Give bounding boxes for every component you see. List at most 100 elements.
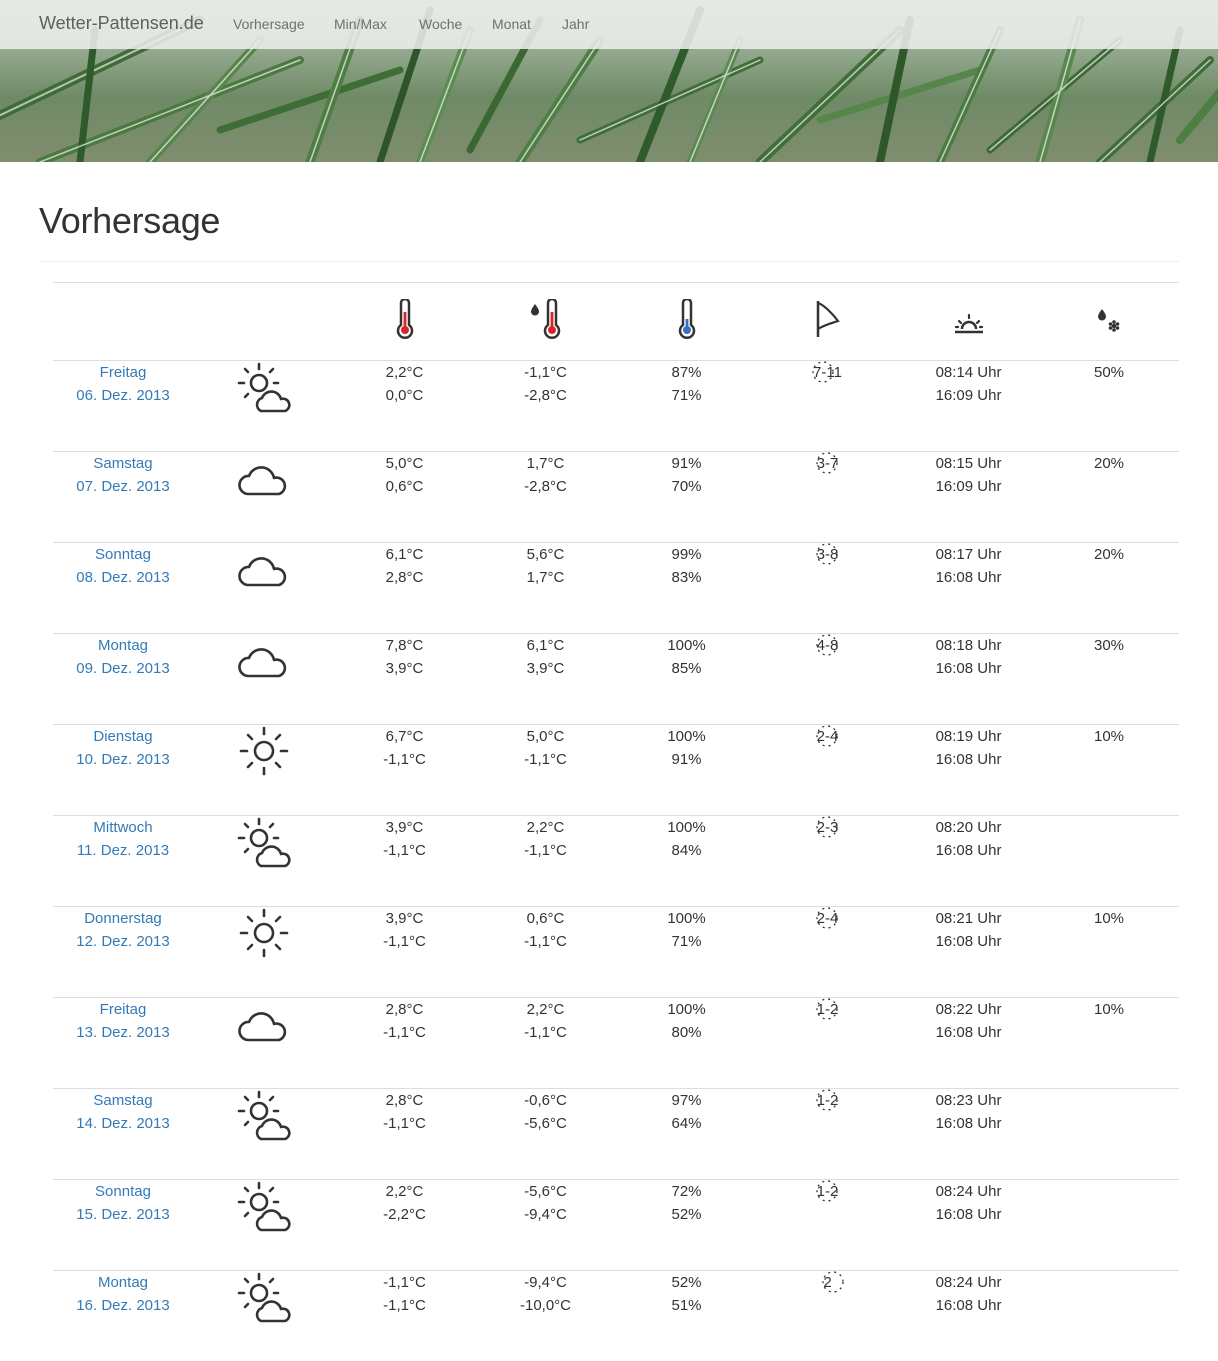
humidity-min: 52% xyxy=(616,1203,757,1226)
temperature-cell: 2,8°C-1,1°C xyxy=(334,1089,475,1180)
title-divider xyxy=(39,261,1179,262)
weekday-link[interactable]: Montag xyxy=(53,634,193,657)
sun-cell: 08:24 Uhr16:08 Uhr xyxy=(898,1180,1039,1271)
weather-icon-cell xyxy=(193,1089,334,1180)
day-cell: Sonntag15. Dez. 2013 xyxy=(53,1180,193,1271)
feels-like-cell: 0,6°C-1,1°C xyxy=(475,907,616,998)
weekday-link[interactable]: Freitag xyxy=(53,361,193,384)
weekday-link[interactable]: Montag xyxy=(53,1271,193,1294)
wind-flag-icon xyxy=(814,299,842,339)
date-link[interactable]: 12. Dez. 2013 xyxy=(53,930,193,953)
nav-minmax[interactable]: Min/Max xyxy=(334,16,387,32)
forecast-row: Montag09. Dez. 20137,8°C3,9°C6,1°C3,9°C1… xyxy=(53,634,1179,725)
humidity-max: 97% xyxy=(616,1089,757,1112)
feels-like-max: 2,2°C xyxy=(475,998,616,1021)
weekday-link[interactable]: Samstag xyxy=(53,1089,193,1112)
sunset-time: 16:08 Uhr xyxy=(898,839,1039,862)
date-link[interactable]: 16. Dez. 2013 xyxy=(53,1294,193,1317)
humidity-cell: 87%71% xyxy=(616,361,757,452)
date-link[interactable]: 14. Dez. 2013 xyxy=(53,1112,193,1135)
temperature-min: 0,0°C xyxy=(334,384,475,407)
forecast-row: Dienstag10. Dez. 20136,7°C-1,1°C5,0°C-1,… xyxy=(53,725,1179,816)
humidity-max: 100% xyxy=(616,725,757,748)
humidity-max: 91% xyxy=(616,452,757,475)
temperature-max: 5,0°C xyxy=(334,452,475,475)
precipitation-chance: 10% xyxy=(1039,998,1179,1021)
date-link[interactable]: 13. Dez. 2013 xyxy=(53,1021,193,1044)
nav-woche[interactable]: Woche xyxy=(419,16,462,32)
sun-cell: 08:18 Uhr16:08 Uhr xyxy=(898,634,1039,725)
date-link[interactable]: 15. Dez. 2013 xyxy=(53,1203,193,1226)
weekday-link[interactable]: Freitag xyxy=(53,998,193,1021)
wind-direction-icon xyxy=(814,905,840,931)
precipitation-chance: 10% xyxy=(1039,725,1179,748)
header-weather xyxy=(193,283,334,361)
sunset-time: 16:08 Uhr xyxy=(898,930,1039,953)
humidity-min: 71% xyxy=(616,930,757,953)
date-link[interactable]: 08. Dez. 2013 xyxy=(53,566,193,589)
temperature-max: -1,1°C xyxy=(334,1271,475,1294)
sunset-time: 16:08 Uhr xyxy=(898,748,1039,771)
feels-like-min: -2,8°C xyxy=(475,475,616,498)
weekday-link[interactable]: Samstag xyxy=(53,452,193,475)
precipitation-cell xyxy=(1039,816,1179,907)
brand-link[interactable]: Wetter-Pattensen.de xyxy=(39,13,204,34)
wind-value: 2-4 xyxy=(817,725,839,748)
weekday-link[interactable]: Donnerstag xyxy=(53,907,193,930)
sunset-time: 16:08 Uhr xyxy=(898,657,1039,680)
wind-direction-icon xyxy=(814,541,840,567)
wind-direction-icon xyxy=(814,1178,840,1204)
date-link[interactable]: 10. Dez. 2013 xyxy=(53,748,193,771)
wind-cell: 3-8 xyxy=(757,543,898,634)
weekday-link[interactable]: Sonntag xyxy=(53,1180,193,1203)
temperature-cell: 7,8°C3,9°C xyxy=(334,634,475,725)
wind-direction-icon xyxy=(814,723,840,749)
header-day xyxy=(53,283,193,361)
nav-jahr[interactable]: Jahr xyxy=(562,16,589,32)
sun-cell: 08:21 Uhr16:08 Uhr xyxy=(898,907,1039,998)
nav-monat[interactable]: Monat xyxy=(492,16,531,32)
weather-icon-cell xyxy=(193,725,334,816)
day-cell: Mittwoch11. Dez. 2013 xyxy=(53,816,193,907)
precipitation-cell: 10% xyxy=(1039,907,1179,998)
date-link[interactable]: 11. Dez. 2013 xyxy=(53,839,193,862)
feels-like-max: 0,6°C xyxy=(475,907,616,930)
humidity-cell: 100%85% xyxy=(616,634,757,725)
wind-value: 1-2 xyxy=(817,1180,839,1203)
temperature-max: 2,8°C xyxy=(334,998,475,1021)
feels-like-cell: 6,1°C3,9°C xyxy=(475,634,616,725)
temperature-min: -1,1°C xyxy=(334,1112,475,1135)
temperature-min: -1,1°C xyxy=(334,1294,475,1317)
forecast-row: Sonntag08. Dez. 20136,1°C2,8°C5,6°C1,7°C… xyxy=(53,543,1179,634)
wind-cell: 7-11 xyxy=(757,361,898,452)
feels-like-cell: -1,1°C-2,8°C xyxy=(475,361,616,452)
humidity-cell: 52%51% xyxy=(616,1271,757,1361)
weekday-link[interactable]: Dienstag xyxy=(53,725,193,748)
sunset-time: 16:08 Uhr xyxy=(898,1203,1039,1226)
humidity-min: 70% xyxy=(616,475,757,498)
temperature-cell: 3,9°C-1,1°C xyxy=(334,907,475,998)
precipitation-cell xyxy=(1039,1180,1179,1271)
temperature-max: 7,8°C xyxy=(334,634,475,657)
humidity-cell: 100%84% xyxy=(616,816,757,907)
temperature-cell: 6,1°C2,8°C xyxy=(334,543,475,634)
weather-icon-cell xyxy=(193,816,334,907)
date-link[interactable]: 07. Dez. 2013 xyxy=(53,475,193,498)
nav-vorhersage[interactable]: Vorhersage xyxy=(233,16,305,32)
weekday-link[interactable]: Sonntag xyxy=(53,543,193,566)
humidity-max: 72% xyxy=(616,1180,757,1203)
precipitation-cell xyxy=(1039,1089,1179,1180)
partly-cloudy-icon xyxy=(235,861,293,878)
date-link[interactable]: 09. Dez. 2013 xyxy=(53,657,193,680)
feels-like-min: -1,1°C xyxy=(475,1021,616,1044)
day-cell: Montag09. Dez. 2013 xyxy=(53,634,193,725)
sun-cell: 08:24 Uhr16:08 Uhr xyxy=(898,1271,1039,1361)
weather-icon-cell xyxy=(193,907,334,998)
forecast-row: Montag16. Dez. 2013-1,1°C-1,1°C-9,4°C-10… xyxy=(53,1271,1179,1361)
humidity-cell: 100%91% xyxy=(616,725,757,816)
weekday-link[interactable]: Mittwoch xyxy=(53,816,193,839)
date-link[interactable]: 06. Dez. 2013 xyxy=(53,384,193,407)
sunrise-time: 08:24 Uhr xyxy=(898,1180,1039,1203)
feels-like-cell: -5,6°C-9,4°C xyxy=(475,1180,616,1271)
feels-like-min: -10,0°C xyxy=(475,1294,616,1317)
